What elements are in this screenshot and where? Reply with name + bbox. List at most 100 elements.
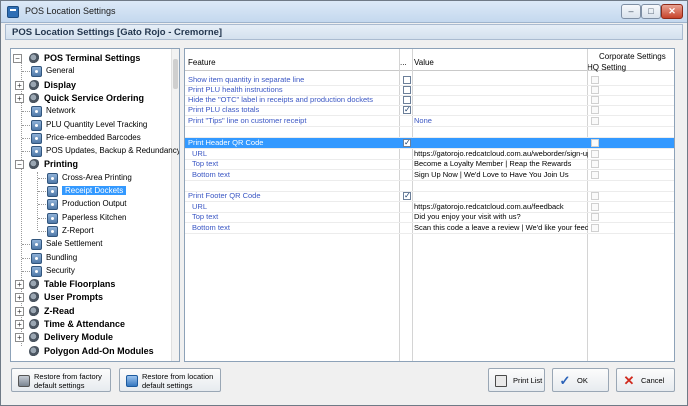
expand-icon[interactable]: + — [15, 333, 24, 343]
settings-tree[interactable]: − POS Terminal Settings General + Display + Qu… — [10, 48, 180, 362]
tree-item-z-report[interactable]: Z-Report — [11, 225, 171, 238]
expand-icon[interactable]: + — [15, 280, 24, 290]
expand-icon[interactable]: + — [15, 93, 24, 103]
hq-setting-checkbox[interactable] — [591, 76, 599, 84]
hq-setting-checkbox[interactable] — [591, 117, 599, 125]
tree-item-label: Z-Report — [62, 225, 94, 235]
tree-scroll-thumb[interactable] — [173, 59, 178, 89]
tree-item-price-embedded-barcodes[interactable]: Price-embedded Barcodes — [11, 132, 171, 145]
hq-setting-checkbox[interactable] — [591, 171, 599, 179]
feature-column-header[interactable]: Feature — [188, 58, 216, 67]
value-field[interactable]: Did you enjoy your visit with us? — [414, 212, 521, 221]
tree-item-pos-terminal-settings[interactable]: − POS Terminal Settings — [11, 52, 171, 65]
grid-row[interactable]: Hide the "OTC" label in receipts and pro… — [185, 95, 674, 105]
grid-row[interactable]: Top text Did you enjoy your visit with us… — [185, 212, 674, 222]
feature-checkbox[interactable] — [403, 96, 411, 104]
tree-connector-line — [38, 191, 46, 192]
hq-setting-checkbox[interactable] — [591, 203, 599, 211]
grid-row[interactable]: Show item quantity in separate line — [185, 75, 674, 85]
tree-item-cross-area-printing[interactable]: Cross-Area Printing — [11, 172, 171, 185]
expand-icon[interactable]: + — [15, 80, 24, 90]
tree-item-bundling[interactable]: Bundling — [11, 252, 171, 265]
grid-row[interactable]: Print PLU health instructions — [185, 85, 674, 95]
hq-setting-checkbox[interactable] — [591, 150, 599, 158]
settings-grid[interactable]: Feature ... Value Corporate Settings HQ … — [184, 48, 675, 362]
expand-icon[interactable]: + — [15, 320, 24, 329]
pos-location-settings-window: POS Location Settings – □ ✕ POS Location… — [0, 0, 688, 406]
tree-item-label: Sale Settlement — [46, 239, 103, 249]
collapse-icon[interactable]: − — [15, 160, 24, 170]
tree-item-receipt-dockets[interactable]: Receipt Dockets — [11, 185, 171, 198]
hq-setting-checkbox[interactable] — [591, 213, 599, 221]
collapse-icon[interactable]: − — [13, 54, 22, 63]
dots-column-header[interactable]: ... — [400, 58, 407, 67]
corporate-settings-header: Corporate Settings — [599, 52, 666, 61]
value-field[interactable]: Scan this code a leave a review | We'd l… — [414, 223, 588, 232]
grid-row[interactable]: Top text Become a Loyalty Member | Reap t… — [185, 159, 674, 169]
value-field[interactable]: Become a Loyalty Member | Reap the Rewar… — [414, 159, 571, 168]
minimize-button[interactable]: – — [621, 4, 641, 19]
tree-item-sale-settlement[interactable]: Sale Settlement — [11, 238, 171, 251]
grid-row[interactable]: URL https://gatorojo.redcatcloud.com.au/f… — [185, 202, 674, 212]
tree-item-polygon-add-on-modules[interactable]: Polygon Add-On Modules — [11, 345, 171, 358]
tree-connector-line — [22, 111, 30, 113]
restore-factory-defaults-button[interactable]: Restore from factory default settings — [11, 368, 111, 392]
hq-setting-checkbox[interactable] — [591, 160, 599, 168]
tree-item-delivery-module[interactable]: + Delivery Module — [11, 331, 171, 344]
grid-row[interactable]: Print "Tips" line on customer receipt Non… — [185, 116, 674, 126]
maximize-button[interactable]: □ — [641, 4, 661, 19]
hq-setting-checkbox[interactable] — [591, 86, 599, 94]
value-field[interactable]: https://gatorojo.redcatcloud.com.au/feed… — [414, 202, 564, 211]
tree-item-network[interactable]: Network — [11, 105, 171, 118]
tree-item-pos-updates-backup-redundancy[interactable]: POS Updates, Backup & Redundancy — [11, 145, 179, 158]
restore-factory-line2: default settings — [34, 381, 85, 390]
value-field[interactable]: None — [414, 116, 432, 125]
grid-row[interactable]: Bottom text Sign Up Now | We'd Love to Ha… — [185, 170, 674, 180]
feature-label: Print Header QR Code — [188, 138, 264, 147]
feature-checkbox[interactable] — [403, 76, 411, 84]
expand-icon[interactable]: + — [15, 306, 24, 316]
restore-location-defaults-button[interactable]: Restore from location default settings — [119, 368, 221, 392]
grid-row[interactable]: Print Header QR Code ✓ — [185, 138, 674, 148]
tree-item-production-output[interactable]: Production Output — [11, 198, 171, 211]
tree-scrollbar[interactable] — [171, 49, 179, 361]
tree-item-printing[interactable]: − Printing — [11, 158, 171, 171]
hq-setting-checkbox[interactable] — [591, 96, 599, 104]
feature-checkbox[interactable]: ✓ — [403, 106, 411, 114]
tree-item-security[interactable]: Security — [11, 265, 171, 278]
hq-setting-checkbox[interactable] — [591, 106, 599, 114]
grid-row[interactable]: Print PLU class totals ✓ — [185, 105, 674, 115]
grid-row[interactable] — [185, 181, 674, 191]
tree-item-general[interactable]: General — [11, 65, 171, 78]
feature-checkbox[interactable] — [403, 86, 411, 94]
hq-setting-checkbox[interactable] — [591, 192, 599, 200]
hq-setting-header[interactable]: HQ Setting — [587, 63, 626, 72]
grid-row[interactable]: Bottom text Scan this code a leave a revi… — [185, 223, 674, 233]
feature-checkbox[interactable]: ✓ — [403, 192, 411, 200]
tree-connector-line — [22, 137, 30, 139]
close-button[interactable]: ✕ — [661, 4, 683, 19]
tree-item-table-floorplans[interactable]: + Table Floorplans — [11, 278, 171, 291]
value-column-header[interactable]: Value — [414, 58, 434, 67]
gear-icon — [31, 132, 42, 144]
hq-setting-checkbox[interactable] — [591, 224, 599, 232]
tree-item-plu-quantity-level-tracking[interactable]: PLU Quantity Level Tracking — [11, 119, 171, 132]
tree-item-paperless-kitchen[interactable]: Paperless Kitchen — [11, 212, 171, 225]
cancel-button[interactable]: ✕ Cancel — [616, 368, 675, 392]
tree-item-display[interactable]: + Display — [11, 79, 171, 92]
grid-row[interactable]: Print Footer QR Code ✓ — [185, 191, 674, 201]
header-strip: POS Location Settings [Gato Rojo - Cremo… — [5, 24, 683, 40]
tree-item-z-read[interactable]: + Z-Read — [11, 305, 171, 318]
tree-item-time-attendance[interactable]: + Time & Attendance — [11, 318, 171, 331]
ok-button[interactable]: ✓ OK — [552, 368, 609, 392]
grid-row[interactable] — [185, 127, 674, 137]
feature-checkbox[interactable]: ✓ — [403, 139, 411, 147]
hq-setting-checkbox[interactable] — [591, 139, 599, 147]
grid-row[interactable]: URL https://gatorojo.redcatcloud.com.au/w… — [185, 149, 674, 159]
print-list-button[interactable]: Print List — [488, 368, 545, 392]
expand-icon[interactable]: + — [15, 293, 24, 303]
tree-item-user-prompts[interactable]: + User Prompts — [11, 291, 171, 304]
value-field[interactable]: Sign Up Now | We'd Love to Have You Join… — [414, 170, 569, 179]
tree-item-quick-service-ordering[interactable]: + Quick Service Ordering — [11, 92, 171, 105]
value-field[interactable]: https://gatorojo.redcatcloud.com.au/webo… — [414, 149, 588, 158]
